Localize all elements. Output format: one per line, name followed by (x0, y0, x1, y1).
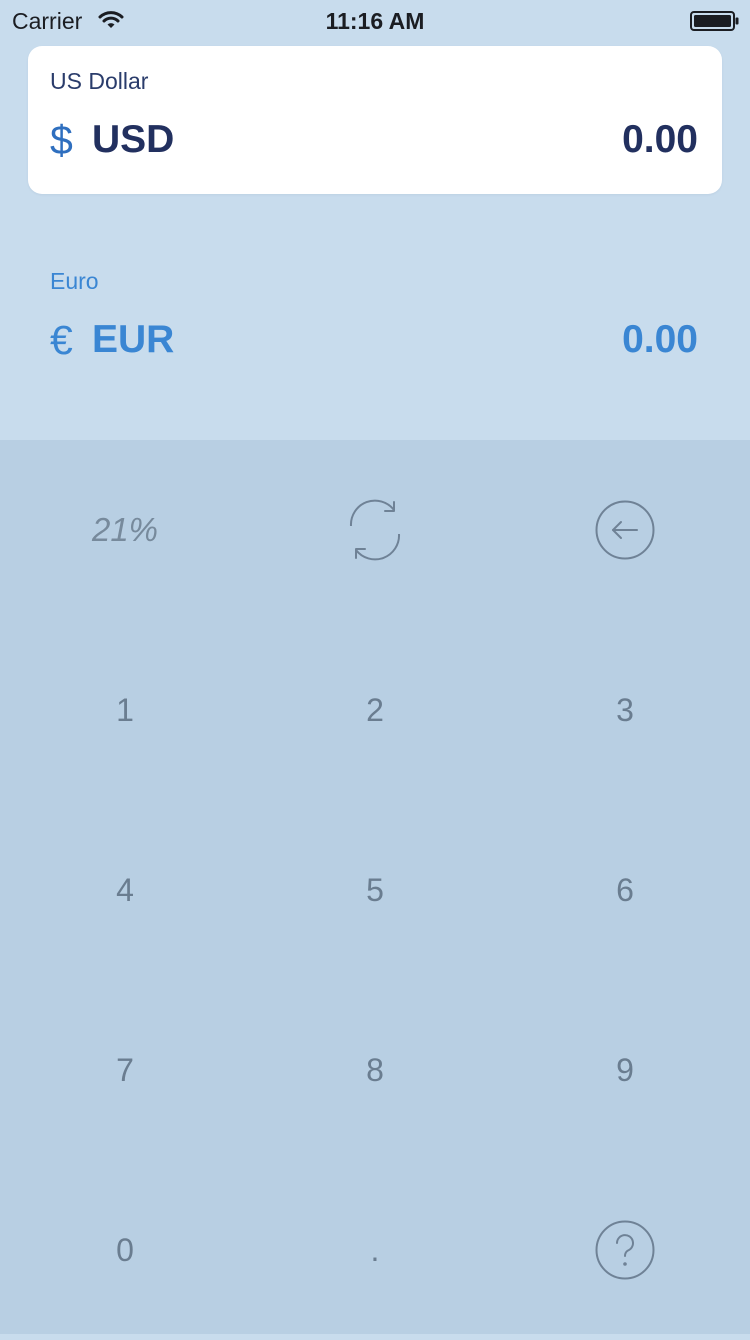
help-button[interactable] (500, 1160, 750, 1340)
backspace-circle-arrow-icon (594, 499, 656, 561)
from-currency-card[interactable]: US Dollar $ USD 0.00 (28, 46, 722, 194)
key-1[interactable]: 1 (0, 620, 250, 800)
keypad: 21% 1 2 3 4 5 6 7 8 9 0 . (0, 440, 750, 1334)
to-currency-amount[interactable]: 0.00 (622, 316, 698, 364)
from-currency-symbol: $ (50, 117, 73, 163)
from-currency-name: US Dollar (50, 68, 149, 94)
swap-button[interactable] (250, 440, 500, 620)
from-currency-code[interactable]: USD (92, 116, 174, 164)
key-9[interactable]: 9 (500, 980, 750, 1160)
help-circle-question-icon (594, 1219, 656, 1281)
backspace-button[interactable] (500, 440, 750, 620)
status-bar: Carrier 11:16 AM (0, 0, 750, 40)
from-currency-amount[interactable]: 0.00 (622, 116, 698, 164)
battery-icon (690, 10, 740, 31)
key-7[interactable]: 7 (0, 980, 250, 1160)
decimal-key[interactable]: . (250, 1160, 500, 1340)
clock-time: 11:16 AM (325, 8, 425, 34)
key-6[interactable]: 6 (500, 800, 750, 980)
key-3[interactable]: 3 (500, 620, 750, 800)
swap-arrows-icon (342, 493, 408, 567)
key-2[interactable]: 2 (250, 620, 500, 800)
percent-key[interactable]: 21% (0, 440, 250, 620)
key-8[interactable]: 8 (250, 980, 500, 1160)
to-currency-symbol: € (50, 317, 73, 363)
key-5[interactable]: 5 (250, 800, 500, 980)
key-0[interactable]: 0 (0, 1160, 250, 1340)
to-currency-name: Euro (50, 268, 99, 294)
key-4[interactable]: 4 (0, 800, 250, 980)
to-currency-card[interactable]: Euro € EUR 0.00 (28, 246, 722, 394)
to-currency-code[interactable]: EUR (92, 316, 174, 364)
